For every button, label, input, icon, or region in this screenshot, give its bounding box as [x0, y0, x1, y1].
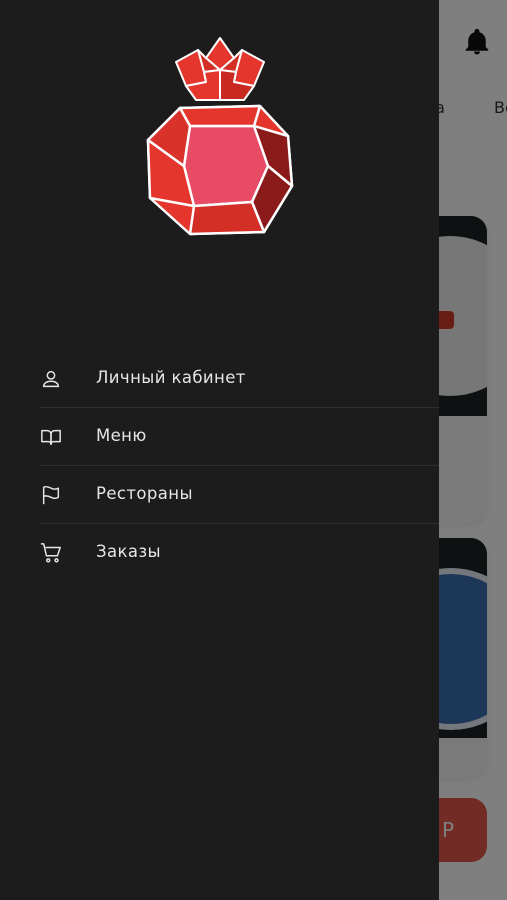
- flag-icon: [42, 485, 60, 505]
- menu-item-restaurants[interactable]: Рестораны: [40, 466, 439, 524]
- menu-item-orders[interactable]: Заказы: [40, 524, 439, 581]
- menu-item-label: Рестораны: [96, 484, 193, 503]
- menu-item-account[interactable]: Личный кабинет: [40, 350, 439, 408]
- book-icon: [41, 429, 61, 446]
- drawer-menu: Личный кабинет Меню Рестораны Заказы: [40, 350, 439, 581]
- menu-item-menu[interactable]: Меню: [40, 408, 439, 466]
- navigation-drawer: Личный кабинет Меню Рестораны Заказы: [0, 0, 439, 900]
- cart-icon: [40, 543, 61, 563]
- menu-item-label: Меню: [96, 426, 147, 445]
- menu-item-label: Заказы: [96, 542, 161, 561]
- garnet-logo: [146, 37, 294, 236]
- user-icon: [42, 370, 60, 388]
- menu-item-label: Личный кабинет: [96, 368, 246, 387]
